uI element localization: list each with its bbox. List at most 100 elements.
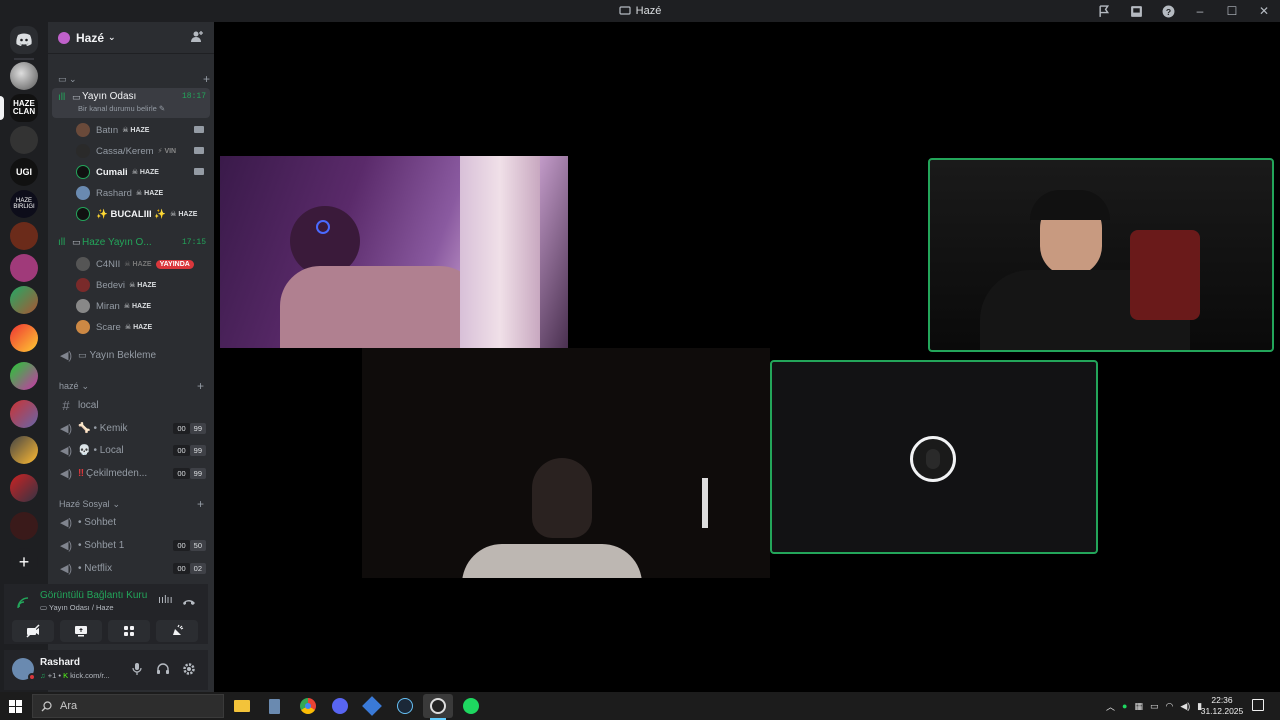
avatar xyxy=(76,165,90,179)
user-limit-badge: 00 02 xyxy=(173,562,206,574)
soundboard-button[interactable] xyxy=(156,620,198,642)
help-icon[interactable]: ? xyxy=(1152,0,1184,22)
activities-button[interactable] xyxy=(108,620,150,642)
connection-location[interactable]: ▭ Yayın Odası / Haze xyxy=(40,603,114,612)
category-haze[interactable]: hazé ⌄ + xyxy=(52,379,210,393)
server-icon-6[interactable] xyxy=(10,222,38,250)
stage-icon: ▭ xyxy=(72,92,81,102)
chrome-icon[interactable] xyxy=(296,694,320,718)
microphone-icon[interactable] xyxy=(132,662,142,676)
screen-share-button[interactable] xyxy=(60,620,102,642)
voice-member[interactable]: Rashard ☠ HAZE xyxy=(76,183,210,203)
add-channel-icon[interactable]: + xyxy=(197,379,204,393)
video-tile-speaking[interactable] xyxy=(928,158,1274,352)
voice-channel-netflix[interactable]: ◀) • Netflix 00 02 xyxy=(52,558,210,578)
voice-member[interactable]: Bedevi ☠ HAZE xyxy=(76,275,210,295)
app-icon-blue[interactable] xyxy=(360,694,384,718)
user-limit-badge: 00 99 xyxy=(173,422,206,434)
member-tag: ⚡ VIN xyxy=(157,148,177,155)
server-folder-3[interactable] xyxy=(10,362,38,390)
voice-member[interactable]: C4NII ☠ HAZE YAYINDA xyxy=(76,254,210,274)
voice-channel-yayin-bekleme[interactable]: ◀) ▭ Yayın Bekleme xyxy=(52,345,210,365)
network-icon[interactable]: ▭ xyxy=(1150,701,1159,712)
notification-icon[interactable] xyxy=(1252,699,1264,711)
discord-home-icon[interactable] xyxy=(10,26,38,54)
voice-channel-kemik[interactable]: ◀) 🦴 • Kemik 00 99 xyxy=(52,418,210,438)
taskbar-search-input[interactable]: Ara xyxy=(32,694,224,718)
category-collapsed[interactable]: ▭ ⌄ + xyxy=(58,72,216,86)
category-haze-sosyal[interactable]: Hazé Sosyal ⌄ + xyxy=(52,497,210,511)
close-button[interactable]: ✕ xyxy=(1248,0,1280,22)
voice-channel-haze-yayin[interactable]: ıll ▭ Haze Yayın O... 17:15 xyxy=(52,232,210,252)
server-icon-3[interactable] xyxy=(10,126,38,154)
person-head xyxy=(532,458,592,538)
avatar xyxy=(76,123,90,137)
invite-people-icon[interactable] xyxy=(190,30,204,47)
speaking-avatar xyxy=(910,436,956,482)
server-folder-1[interactable] xyxy=(10,286,38,314)
headset-light xyxy=(316,220,330,234)
guild-header[interactable]: Hazé ⌄ xyxy=(48,22,214,54)
settings-gear-icon[interactable] xyxy=(182,662,196,676)
video-tile-avatar[interactable] xyxy=(770,360,1098,554)
security-icon[interactable]: ▦ xyxy=(1134,701,1143,712)
selected-indicator xyxy=(0,96,4,120)
add-channel-icon[interactable]: + xyxy=(203,72,210,86)
member-tag: ☠ HAZE xyxy=(124,324,153,331)
skull-icon: 💀 xyxy=(78,444,91,456)
video-tile-2[interactable] xyxy=(362,348,770,578)
video-tile-1[interactable] xyxy=(220,156,568,348)
voice-member[interactable]: Cassa/Kerem ⚡ VIN xyxy=(76,141,210,161)
camera-off-button[interactable] xyxy=(12,620,54,642)
voice-channel-cekilmeden[interactable]: ◀) ‼ Çekilmeden... 00 99 xyxy=(52,463,210,483)
add-server-icon[interactable]: + xyxy=(10,548,38,576)
voice-active-icon: ıll xyxy=(58,236,66,248)
server-folder-6[interactable] xyxy=(10,474,38,502)
voice-channel-sohbet[interactable]: ◀) • Sohbet xyxy=(52,512,210,532)
calculator-icon[interactable] xyxy=(262,694,286,718)
music-icon: ♫ xyxy=(40,671,46,680)
wifi-icon[interactable]: ◠ xyxy=(1165,701,1173,712)
inbox-flag-icon[interactable] xyxy=(1088,0,1120,22)
add-channel-icon[interactable]: + xyxy=(197,497,204,511)
volume-icon[interactable]: ◀) xyxy=(1180,701,1190,712)
server-icon-1[interactable] xyxy=(10,62,38,90)
tray-app-icon[interactable]: ● xyxy=(1122,701,1127,711)
voice-channel-local[interactable]: ◀) 💀 • Local 00 99 xyxy=(52,440,210,460)
text-channel-local[interactable]: # local xyxy=(52,395,210,415)
voice-member-speaking[interactable]: ✨ BUCALIII ✨ ☠ HAZE xyxy=(76,204,210,224)
voice-member[interactable]: Batın ☠ HAZE xyxy=(76,120,210,140)
maximize-button[interactable]: ☐ xyxy=(1216,0,1248,22)
voice-member[interactable]: Miran ☠ HAZE xyxy=(76,296,210,316)
disconnect-icon[interactable] xyxy=(182,596,196,606)
voice-member[interactable]: Scare ☠ HAZE xyxy=(76,317,210,337)
steam-icon[interactable] xyxy=(393,694,417,718)
server-icon-haze-clan[interactable]: HAZE CLAN xyxy=(10,94,38,122)
file-explorer-icon[interactable] xyxy=(230,694,254,718)
channel-status[interactable]: Bir kanal durumu belirle ✎ xyxy=(78,104,165,113)
server-folder-4[interactable] xyxy=(10,400,38,428)
server-icon-7[interactable] xyxy=(10,254,38,282)
voice-channel-sohbet-1[interactable]: ◀) • Sohbet 1 00 50 xyxy=(52,535,210,555)
headphones-icon[interactable] xyxy=(156,662,170,676)
member-tag: ☠ HAZE xyxy=(170,211,198,218)
clock[interactable]: 22:36 31.12.2025 xyxy=(1200,695,1244,717)
live-badge: YAYINDA xyxy=(155,259,194,269)
server-folder-5[interactable] xyxy=(10,436,38,464)
speaker-icon: ◀) xyxy=(59,562,73,575)
connection-signal-icon[interactable] xyxy=(16,596,30,610)
obs-icon[interactable] xyxy=(423,694,453,718)
inbox-icon[interactable] xyxy=(1120,0,1152,22)
server-icon-5[interactable]: HAZE BIRLIGI xyxy=(10,190,38,218)
windows-start-icon[interactable] xyxy=(9,700,22,713)
noise-suppression-icon[interactable]: ıılıı xyxy=(158,594,173,606)
voice-member-speaking[interactable]: Cumali ☠ HAZE xyxy=(76,162,210,182)
voice-channel-yayin-odasi[interactable]: ıll ▭ Yayın Odası 18:17 Bir kanal durumu… xyxy=(52,88,210,118)
server-icon-8[interactable] xyxy=(10,512,38,540)
discord-app-icon[interactable] xyxy=(328,694,352,718)
chevron-up-icon[interactable]: ︿ xyxy=(1106,700,1115,713)
spotify-icon[interactable] xyxy=(459,694,483,718)
minimize-button[interactable]: – xyxy=(1184,0,1216,22)
server-folder-2[interactable] xyxy=(10,324,38,352)
server-icon-4[interactable]: UGI xyxy=(10,158,38,186)
